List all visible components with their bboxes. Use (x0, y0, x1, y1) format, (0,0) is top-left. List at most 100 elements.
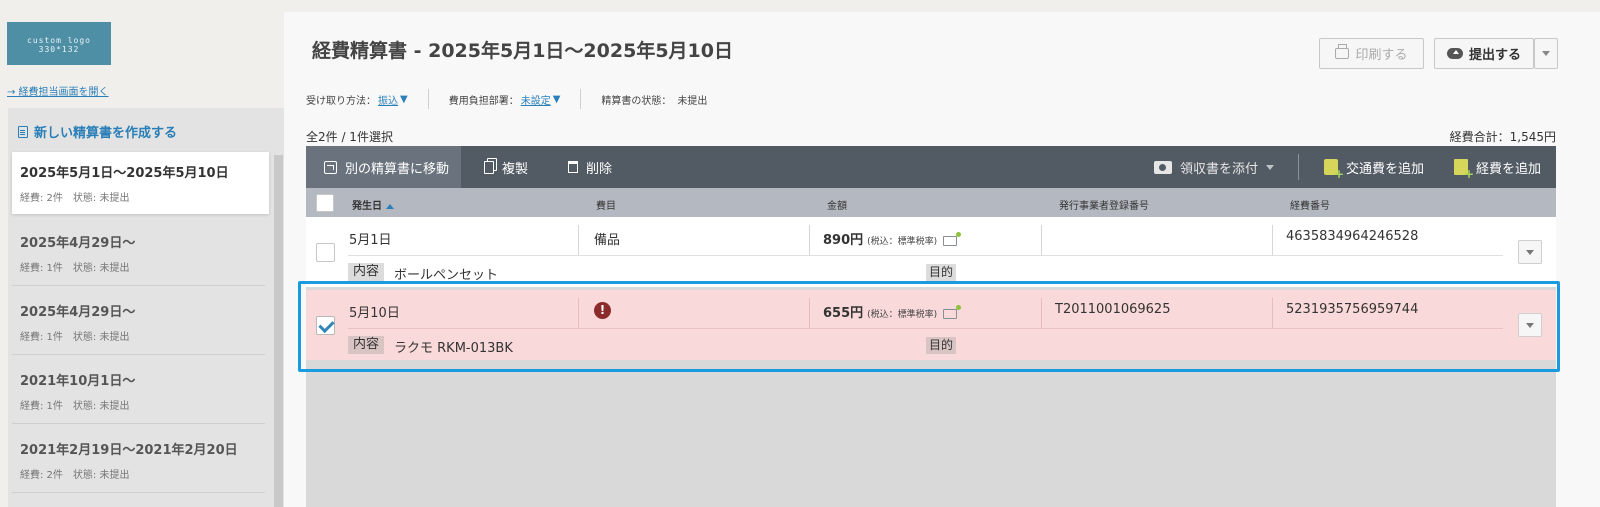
camera-icon (1154, 160, 1172, 174)
transit-add-icon (1324, 159, 1344, 181)
report-card-count: 経費: 1件 (20, 332, 63, 343)
report-card-meta: 経費: 2件 状態: 未提出 (20, 466, 261, 481)
report-card-title: 2021年2月19日～2021年2月20日 (20, 443, 238, 458)
row-menu-button[interactable] (1518, 240, 1542, 264)
add-transit-expense-button[interactable]: 交通費を追加 (1324, 146, 1424, 188)
report-card[interactable]: 2025年4月29日～ 経費: 1件 状態: 未提出 (12, 222, 269, 284)
column-header-expense-number[interactable]: 経費番号 (1290, 197, 1330, 212)
submit-button[interactable]: 提出する (1434, 38, 1534, 69)
column-header-label: 発生日 (352, 201, 382, 212)
report-card-count: 経費: 1件 (20, 263, 63, 274)
credit-card-icon (943, 231, 962, 246)
copy-icon (484, 160, 494, 174)
report-card-status: 状態: 未提出 (72, 263, 130, 274)
report-status-value: 未提出 (677, 95, 708, 107)
receive-method: 受け取り方法： 振込 ▼ (306, 92, 428, 107)
report-card-title: 2025年4月29日～ (20, 236, 136, 251)
report-info-row: 受け取り方法： 振込 ▼ 費用負担部署： 未設定 ▼ 精算書の状態： 未提出 (306, 88, 727, 110)
logo-text-line1: custom logo (27, 36, 91, 45)
expense-total: 経費合計：1,545円 (1449, 130, 1556, 144)
add-expense-label: 経費を追加 (1476, 161, 1542, 177)
dropdown-triangle-icon: ▼ (400, 93, 408, 105)
add-transit-label: 交通費を追加 (1346, 161, 1425, 177)
delete-button[interactable]: 削除 (568, 146, 612, 188)
divider (348, 255, 1503, 256)
purpose-tag: 目的 (926, 264, 957, 281)
report-card-title: 2025年4月29日～ (20, 305, 136, 320)
divider (12, 423, 265, 424)
department-select[interactable]: 未設定 (521, 92, 551, 107)
report-card-status: 状態: 未提出 (72, 401, 130, 412)
chevron-down-icon (1526, 249, 1534, 255)
tax-note: (税込：標準税率) (867, 237, 938, 247)
column-header-amount[interactable]: 金額 (827, 197, 847, 212)
divider (12, 492, 265, 493)
cloud-upload-icon (1446, 48, 1463, 59)
report-card-meta: 経費: 1件 状態: 未提出 (20, 328, 261, 343)
report-card-title: 2021年10月1日～ (20, 374, 136, 389)
custom-logo: custom logo 330*132 (7, 22, 111, 65)
row-checkbox[interactable] (316, 243, 335, 262)
chevron-down-icon (1542, 51, 1550, 56)
report-card-status: 状態: 未提出 (72, 470, 130, 481)
department: 費用負担部署： 未設定 ▼ (429, 92, 581, 107)
content-tag: 内容 (348, 263, 385, 281)
move-label: 別の精算書に移動 (345, 161, 450, 177)
trash-icon (568, 161, 578, 173)
expense-table-header: 発生日 費目 金額 発行事業者登録番号 経費番号 (306, 188, 1556, 217)
move-to-other-report-button[interactable]: 別の精算書に移動 (306, 146, 461, 188)
new-report-button[interactable]: 新しい精算書を作成する (18, 122, 177, 141)
submit-options-dropdown[interactable] (1534, 38, 1558, 69)
chevron-down-icon (1266, 164, 1275, 170)
report-card-meta: 経費: 1件 状態: 未提出 (20, 397, 261, 412)
report-card[interactable]: 2021年10月1日～ 経費: 1件 状態: 未提出 (12, 360, 269, 422)
attach-receipt-button[interactable]: 領収書を添付 (1154, 146, 1275, 188)
submit-label: 提出する (1468, 48, 1521, 63)
report-card-meta: 経費: 2件 状態: 未提出 (20, 189, 261, 204)
new-report-label: 新しい精算書を作成する (34, 126, 178, 141)
delete-label: 削除 (586, 161, 613, 177)
add-expense-button[interactable]: 経費を追加 (1454, 146, 1541, 188)
column-header-date[interactable]: 発生日 (352, 197, 394, 212)
page-title: 経費精算書 - 2025年5月1日～2025年5月10日 (312, 40, 733, 62)
report-list-scrollbar[interactable] (274, 155, 283, 507)
report-card-status: 状態: 未提出 (72, 332, 130, 343)
open-expense-screen-link[interactable]: → 経費担当画面を開く (7, 83, 109, 98)
document-icon (18, 125, 28, 138)
divider (1298, 154, 1299, 180)
sort-ascending-icon (386, 203, 394, 209)
divider (1041, 225, 1042, 255)
column-header-registration-number[interactable]: 発行事業者登録番号 (1059, 197, 1149, 212)
report-status-label: 精算書の状態： (601, 95, 672, 107)
amount-value: 890円 (823, 233, 864, 248)
logo-text-line2: 330*132 (38, 45, 80, 54)
copy-button[interactable]: 複製 (484, 146, 528, 188)
report-card-count: 経費: 1件 (20, 401, 63, 412)
report-card-meta: 経費: 1件 状態: 未提出 (20, 259, 261, 274)
dropdown-triangle-icon: ▼ (552, 93, 561, 105)
cell-category: 備品 (594, 233, 621, 248)
report-detail-panel: 経費精算書 - 2025年5月1日～2025年5月10日 印刷する 提出する 受… (284, 12, 1600, 507)
report-card-title: 2025年5月1日～2025年5月10日 (20, 166, 229, 181)
receipt-add-icon (1454, 159, 1474, 181)
print-button[interactable]: 印刷する (1319, 38, 1424, 69)
move-icon (324, 160, 337, 174)
report-card-active[interactable]: 2025年5月1日～2025年5月10日 経費: 2件 状態: 未提出 (12, 152, 269, 214)
column-header-category[interactable]: 費目 (596, 197, 616, 212)
cell-amount: 890円 (税込：標準税率) (823, 229, 962, 248)
report-status: 精算書の状態： 未提出 (581, 92, 727, 107)
report-card[interactable]: 2025年4月29日～ 経費: 1件 状態: 未提出 (12, 291, 269, 353)
attach-receipt-label: 領収書を添付 (1180, 161, 1259, 177)
divider (12, 354, 265, 355)
selection-count: 全2件 / 1件選択 (306, 130, 393, 144)
report-card-status: 状態: 未提出 (72, 193, 130, 204)
divider (578, 225, 579, 255)
table-row[interactable]: 5月1日 備品 890円 (税込：標準税率) 4635834964246528 内… (306, 217, 1556, 287)
receive-method-select[interactable]: 振込 (378, 92, 398, 107)
select-all-checkbox[interactable] (316, 194, 334, 212)
copy-label: 複製 (502, 161, 529, 177)
receive-method-label: 受け取り方法： (306, 95, 376, 107)
print-label: 印刷する (1355, 48, 1408, 63)
report-card-count: 経費: 2件 (20, 470, 63, 481)
report-card[interactable]: 2021年2月19日～2021年2月20日 経費: 2件 状態: 未提出 (12, 429, 269, 491)
